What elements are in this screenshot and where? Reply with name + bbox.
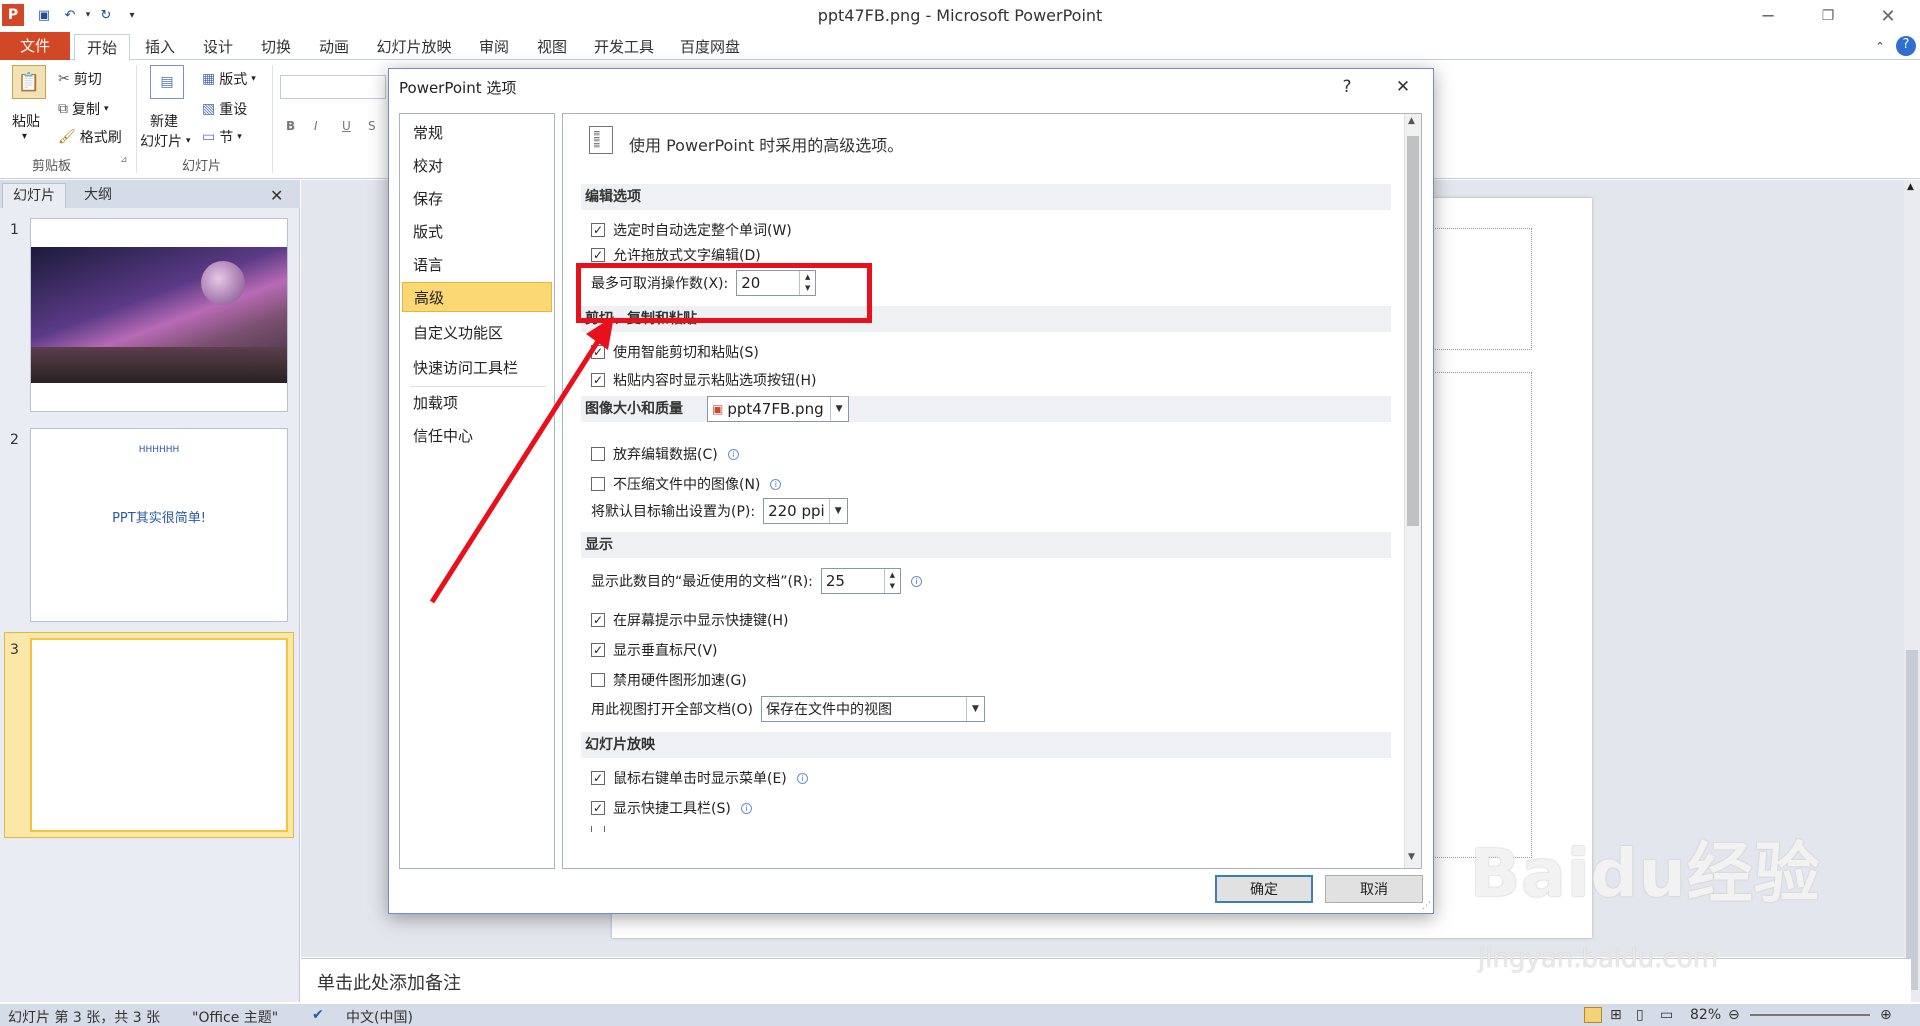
baidu-watermark-url: jingyan.baidu.com [1478,944,1718,974]
baidu-watermark: Baidu经验 [1470,835,1821,912]
